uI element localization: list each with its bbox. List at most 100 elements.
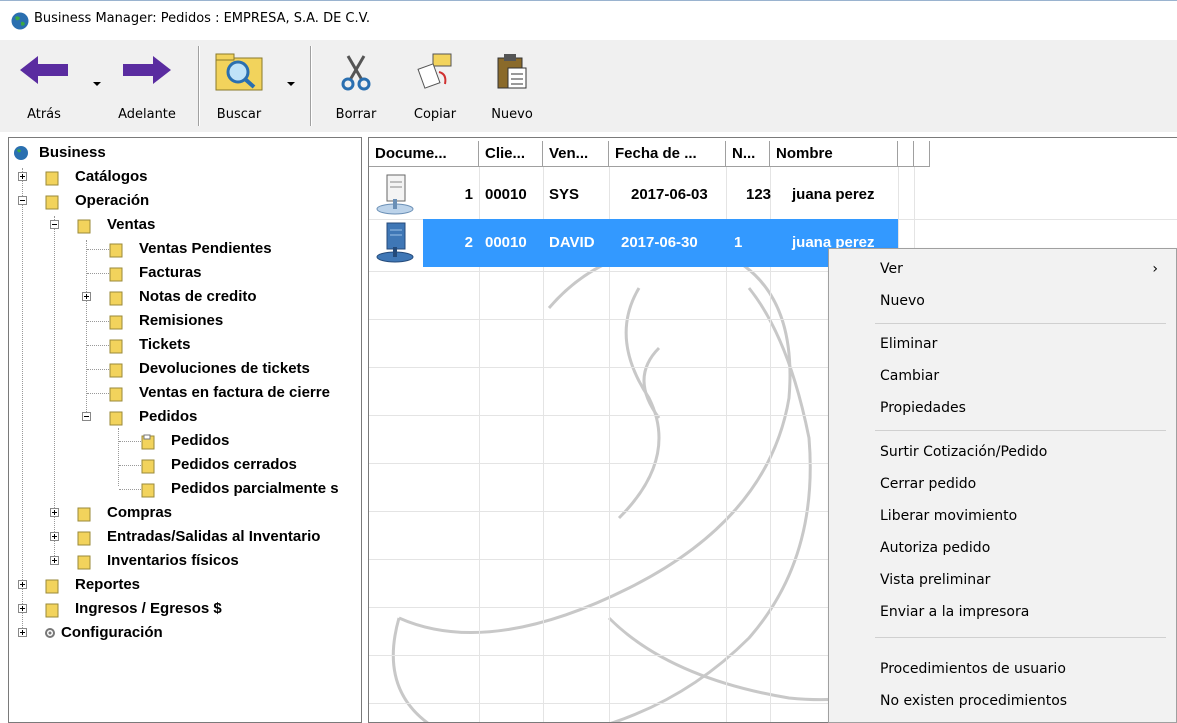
- tree-line: [22, 168, 23, 628]
- folder-icon: [109, 410, 123, 426]
- menu-item-surtir[interactable]: Surtir Cotización/Pedido: [829, 436, 1176, 468]
- tree-label: Pedidos: [139, 408, 198, 425]
- folder-icon: [109, 242, 123, 258]
- delete-label: Borrar: [335, 107, 377, 122]
- forward-label: Adelante: [118, 107, 176, 122]
- collapse-icon[interactable]: [82, 412, 91, 421]
- expand-icon[interactable]: [82, 292, 91, 301]
- expand-icon[interactable]: [18, 604, 27, 613]
- menu-item-autoriza[interactable]: Autoriza pedido: [829, 532, 1176, 564]
- folder-icon: [45, 170, 59, 186]
- table-row[interactable]: 1 00010 SYS 2017-06-03 123 juana perez: [369, 171, 1177, 219]
- menu-item-ver[interactable]: Ver ›: [829, 253, 1176, 285]
- folder-icon: [109, 266, 123, 282]
- menu-separator: [875, 323, 1166, 324]
- copy-icon: [417, 53, 452, 89]
- tree-label: Ventas: [107, 216, 156, 233]
- cell-client: 00010: [485, 186, 527, 203]
- column-header[interactable]: Ven...: [543, 141, 609, 167]
- menu-item-procedimientos[interactable]: Procedimientos de usuario: [829, 653, 1176, 685]
- new-label: Nuevo: [491, 107, 533, 122]
- folder-icon: [77, 554, 91, 570]
- expand-icon[interactable]: [18, 628, 27, 637]
- search-button[interactable]: Buscar: [206, 46, 272, 126]
- tree-label: Business: [39, 144, 106, 161]
- folder-icon: [109, 386, 123, 402]
- cell-date: 2017-06-03: [631, 186, 708, 203]
- folder-icon: [45, 602, 59, 618]
- tree-label: Operación: [75, 192, 150, 209]
- folder-icon: [109, 362, 123, 378]
- cell-document: 1: [464, 186, 473, 203]
- folder-icon: [77, 218, 91, 234]
- tree-label: Facturas: [139, 264, 202, 281]
- menu-item-no-procedimientos[interactable]: No existen procedimientos: [829, 685, 1176, 717]
- back-arrow-icon: [20, 56, 68, 84]
- toolbar-separator: [310, 46, 312, 126]
- menu-item-cerrar-pedido[interactable]: Cerrar pedido: [829, 468, 1176, 500]
- column-header[interactable]: Fecha de ...: [609, 141, 726, 167]
- tree-line: [118, 428, 119, 486]
- column-header[interactable]: [914, 141, 930, 167]
- cell-name: juana perez: [792, 186, 875, 203]
- forward-button[interactable]: Adelante: [112, 46, 182, 126]
- expand-icon[interactable]: [18, 172, 27, 181]
- folder-icon: [109, 314, 123, 330]
- column-header[interactable]: Nombre: [770, 141, 898, 167]
- copy-button[interactable]: Copiar: [406, 46, 464, 126]
- back-button[interactable]: Atrás: [14, 46, 74, 126]
- tree-label: Ingresos / Egresos $: [75, 600, 222, 617]
- menu-item-enviar-impresora[interactable]: Enviar a la impresora: [829, 596, 1176, 628]
- menu-separator: [875, 430, 1166, 431]
- submenu-arrow-icon: ›: [1152, 261, 1158, 277]
- menu-item-cambiar[interactable]: Cambiar: [829, 360, 1176, 392]
- column-header[interactable]: N...: [726, 141, 770, 167]
- tree-label: Pedidos: [171, 432, 230, 449]
- new-button[interactable]: Nuevo: [484, 46, 540, 126]
- tree-label: Compras: [107, 504, 173, 521]
- menu-label: Ver: [880, 261, 903, 277]
- search-folder-icon: [215, 53, 263, 91]
- context-menu: Ver › Nuevo Eliminar Cambiar Propiedades…: [828, 248, 1177, 723]
- expand-icon[interactable]: [18, 580, 27, 589]
- back-label: Atrás: [27, 107, 61, 122]
- menu-item-vista-preliminar[interactable]: Vista preliminar: [829, 564, 1176, 596]
- menu-item-nuevo[interactable]: Nuevo: [829, 285, 1176, 317]
- folder-icon: [109, 290, 123, 306]
- tree-label: Devoluciones de tickets: [139, 360, 310, 377]
- tree-label: Ventas Pendientes: [139, 240, 272, 257]
- forward-arrow-icon: [123, 56, 171, 84]
- column-header[interactable]: [898, 141, 914, 167]
- search-dropdown-icon[interactable]: [287, 82, 295, 86]
- column-header[interactable]: Docume...: [369, 141, 479, 167]
- delete-button[interactable]: Borrar: [330, 46, 382, 126]
- cell-seller: DAVID: [543, 219, 609, 267]
- tree-label: Pedidos cerrados: [171, 456, 297, 473]
- toolbar: Atrás Adelante Buscar Borrar Copiar Nuev…: [0, 40, 1177, 132]
- collapse-icon[interactable]: [50, 220, 59, 229]
- tree-label: Pedidos parcialmente s: [171, 480, 339, 497]
- collapse-icon[interactable]: [18, 196, 27, 205]
- clipboard-new-icon: [497, 54, 527, 89]
- tree-label: Reportes: [75, 576, 141, 593]
- expand-icon[interactable]: [50, 508, 59, 517]
- tree-label: Tickets: [139, 336, 191, 353]
- cell-seller: SYS: [549, 186, 580, 203]
- back-dropdown-icon[interactable]: [93, 82, 101, 86]
- toolbar-separator: [198, 46, 200, 126]
- window-title: Business Manager: Pedidos : EMPRESA, S.A…: [34, 11, 370, 26]
- cell-number: 1: [726, 219, 770, 267]
- cell-number: 123: [746, 186, 772, 203]
- cell-client: 00010: [479, 219, 543, 267]
- expand-icon[interactable]: [50, 532, 59, 541]
- tree-label: Catálogos: [75, 168, 148, 185]
- expand-icon[interactable]: [50, 556, 59, 565]
- menu-separator: [875, 637, 1166, 638]
- column-header[interactable]: Clie...: [479, 141, 543, 167]
- navigation-tree[interactable]: Business Catálogos Operación Ventas Vent…: [8, 137, 362, 723]
- menu-item-eliminar[interactable]: Eliminar: [829, 328, 1176, 360]
- tree-label: Notas de credito: [139, 288, 257, 305]
- menu-item-propiedades[interactable]: Propiedades: [829, 392, 1176, 424]
- cell-document: 2: [423, 219, 479, 267]
- menu-item-liberar[interactable]: Liberar movimiento: [829, 500, 1176, 532]
